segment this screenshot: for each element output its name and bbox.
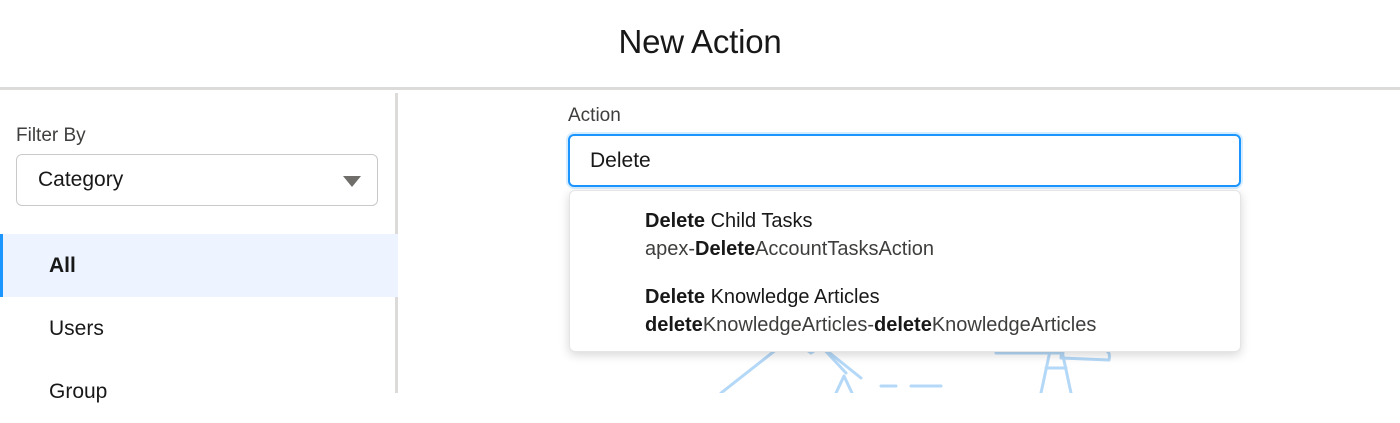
nav-item-label: Group xyxy=(49,379,108,403)
suggestion-title: Delete Knowledge Articles xyxy=(645,286,880,308)
action-suggestions-dropdown: Delete Child Tasks apex-DeleteAccountTas… xyxy=(569,190,1241,352)
suggestion-item[interactable]: Delete Child Tasks apex-DeleteAccountTas… xyxy=(570,207,1240,281)
suggestion-item[interactable]: Delete Knowledge Articles deleteKnowledg… xyxy=(570,283,1240,357)
category-nav-list: All Users Group xyxy=(0,234,398,423)
suggestion-subtitle: deleteKnowledgeArticles-deleteKnowledgeA… xyxy=(645,314,1097,336)
nav-item-group[interactable]: Group xyxy=(0,360,398,423)
suggestion-subtitle: apex-DeleteAccountTasksAction xyxy=(645,238,935,260)
nav-item-users[interactable]: Users xyxy=(0,297,398,360)
nav-item-label: All xyxy=(49,253,76,277)
suggestion-title: Delete Child Tasks xyxy=(645,210,813,232)
main-panel: Action Delete Child Tasks apex-DeleteAcc… xyxy=(401,93,1400,393)
tree-shape xyxy=(834,374,854,393)
action-search-input[interactable] xyxy=(568,134,1241,187)
category-select-value: Category xyxy=(38,168,124,191)
modal-title: New Action xyxy=(618,22,782,60)
filter-sidebar: Filter By Category All Users Group xyxy=(0,93,398,403)
caret-down-icon xyxy=(343,176,361,187)
nav-item-all[interactable]: All xyxy=(0,234,398,297)
action-field-label: Action xyxy=(568,105,621,126)
modal-header: New Action xyxy=(0,0,1400,90)
category-select[interactable]: Category xyxy=(16,154,378,206)
filter-by-label: Filter By xyxy=(16,125,86,146)
nav-item-label: Users xyxy=(49,316,104,340)
